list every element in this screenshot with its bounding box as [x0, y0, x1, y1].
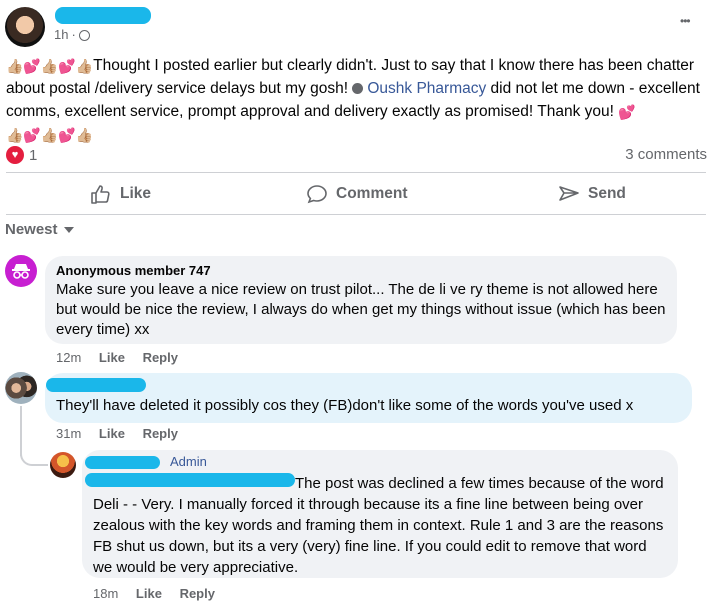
anonymous-incognito-icon: [12, 264, 30, 279]
comments-count-link[interactable]: 3 comments: [625, 146, 707, 163]
post-body: 👍🏼💕👍🏼💕👍🏼Thought I posted earlier but cle…: [6, 54, 706, 146]
divider-top: [6, 172, 706, 173]
comment-reply-link[interactable]: Reply: [180, 586, 215, 601]
post-time[interactable]: 1h: [54, 27, 68, 42]
divider-bottom: [6, 214, 706, 215]
anonymous-member-avatar[interactable]: [5, 255, 37, 287]
comment-actions: 18m Like Reply: [93, 586, 229, 601]
comment-like-link[interactable]: Like: [99, 426, 125, 441]
page-mention-icon: [352, 83, 364, 94]
comment-author-name-redacted[interactable]: [46, 378, 146, 392]
comment-bubble: They'll have deleted it possibly cos the…: [45, 373, 692, 423]
post-emoji-prefix: 👍🏼💕👍🏼💕👍🏼: [6, 58, 94, 74]
send-label: Send: [588, 185, 626, 202]
post-author-avatar[interactable]: [5, 7, 45, 47]
chevron-down-icon: [63, 226, 74, 233]
commenter-avatar[interactable]: [5, 372, 37, 404]
page-mention-link[interactable]: Oushk Pharmacy: [367, 80, 486, 97]
post-author-name-redacted[interactable]: [55, 7, 151, 24]
comment-author-name[interactable]: Anonymous member 747: [56, 263, 211, 278]
comment-text: They'll have deleted it possibly cos the…: [56, 397, 634, 414]
love-reaction-icon: ♥: [6, 146, 24, 164]
admin-avatar[interactable]: [50, 452, 76, 478]
comment-time[interactable]: 31m: [56, 426, 81, 441]
comment-reply-link[interactable]: Reply: [143, 350, 178, 365]
reaction-summary[interactable]: ♥ 1: [6, 146, 37, 164]
comment-time[interactable]: 12m: [56, 350, 81, 365]
post-meta: 1h ·: [54, 27, 90, 42]
comment-bubble: Admin The post was declined a few times …: [82, 450, 678, 578]
comment-time[interactable]: 18m: [93, 586, 118, 601]
comment-text: The post was declined a few times becaus…: [93, 473, 668, 578]
comment-actions: 31m Like Reply: [56, 426, 192, 441]
admin-badge[interactable]: Admin: [170, 454, 207, 469]
audience-globe-icon[interactable]: [78, 30, 90, 41]
comment-label: Comment: [336, 185, 408, 202]
send-arrow-icon: [559, 186, 579, 201]
like-label: Like: [120, 185, 152, 202]
meta-dot: ·: [71, 27, 76, 42]
reply-thread-curve: [20, 440, 48, 466]
comment-text-body: The post was declined a few times becaus…: [93, 475, 664, 576]
comment-like-link[interactable]: Like: [136, 586, 162, 601]
post-more-options-button[interactable]: •••: [680, 14, 691, 28]
comment-author-name-redacted[interactable]: [85, 456, 160, 469]
comment-text: Make sure you leave a nice review on tru…: [56, 281, 666, 338]
comment-actions: 12m Like Reply: [56, 350, 192, 365]
post-emoji-heart: 💕: [618, 104, 636, 120]
post-emoji-suffix: 👍🏼💕👍🏼💕👍🏼: [6, 127, 94, 143]
comment-reply-link[interactable]: Reply: [143, 426, 178, 441]
comment-button[interactable]: Comment: [306, 180, 407, 208]
comment-bubble-icon: [307, 185, 327, 204]
like-button[interactable]: Like: [90, 180, 151, 208]
thumbs-up-icon: [91, 185, 110, 204]
comment-bubble: Anonymous member 747 Make sure you leave…: [45, 256, 677, 344]
comment-like-link[interactable]: Like: [99, 350, 125, 365]
reaction-count: 1: [29, 146, 38, 164]
sort-label: Newest: [5, 221, 58, 238]
comment-sort-dropdown[interactable]: Newest: [5, 221, 74, 238]
send-button[interactable]: Send: [558, 180, 626, 208]
